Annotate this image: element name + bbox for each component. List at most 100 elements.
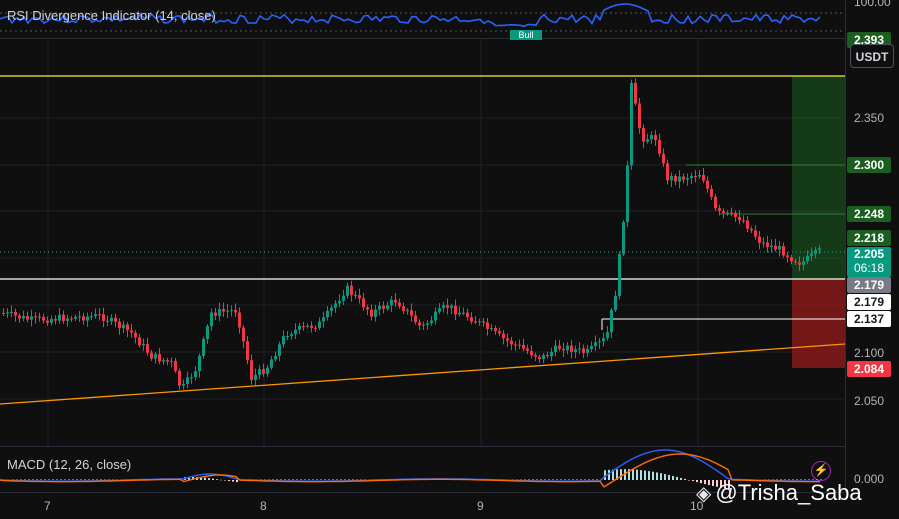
watermark: ◈ @Trisha_Saba bbox=[696, 480, 862, 506]
candle bbox=[322, 317, 325, 322]
candle bbox=[150, 352, 153, 359]
candle bbox=[418, 322, 421, 326]
candle bbox=[342, 295, 345, 301]
candle bbox=[34, 316, 37, 318]
candle bbox=[138, 337, 141, 346]
candle bbox=[614, 295, 617, 311]
candle bbox=[646, 139, 649, 142]
rsi-pane[interactable]: RSI Divergence Indicator (14, close) Bul… bbox=[0, 0, 845, 40]
price-chart-pane[interactable]: ⚡ bbox=[0, 38, 846, 481]
candle bbox=[566, 345, 569, 351]
candle bbox=[682, 176, 685, 180]
candle bbox=[486, 322, 489, 329]
macd-histogram-bar bbox=[688, 480, 690, 481]
price-tick: 2.100 bbox=[854, 346, 885, 360]
entry-price-tag: 2.179 bbox=[847, 277, 891, 293]
macd-histogram-bar bbox=[676, 476, 678, 480]
candle bbox=[354, 294, 357, 296]
candle bbox=[730, 212, 733, 214]
candle bbox=[182, 383, 185, 386]
candle bbox=[738, 216, 741, 221]
macd-histogram-bar bbox=[284, 479, 286, 480]
time-label: 7 bbox=[44, 499, 51, 513]
macd-histogram-bar bbox=[92, 479, 94, 480]
candle bbox=[814, 249, 817, 254]
candle bbox=[282, 336, 285, 345]
candle bbox=[98, 314, 101, 316]
candle bbox=[94, 314, 97, 317]
candle bbox=[622, 221, 625, 255]
candle bbox=[258, 369, 261, 375]
candle bbox=[274, 355, 277, 360]
macd-histogram-bar bbox=[24, 479, 26, 480]
candle bbox=[562, 348, 565, 351]
candle bbox=[758, 236, 761, 243]
candle bbox=[702, 174, 705, 181]
last-price-tag: 2.205 06:18 bbox=[847, 247, 891, 277]
candle bbox=[186, 377, 189, 384]
candle bbox=[578, 348, 581, 350]
candle bbox=[810, 253, 813, 256]
price-scale[interactable]: 100.00 2.393 2.350 2.300 2.248 2.218 2.2… bbox=[845, 0, 899, 492]
macd-histogram-bar bbox=[280, 479, 282, 480]
candle bbox=[542, 355, 545, 360]
candle bbox=[766, 242, 769, 248]
candle bbox=[506, 338, 509, 341]
candle bbox=[178, 370, 181, 386]
candle bbox=[26, 316, 29, 320]
macd-histogram-bar bbox=[72, 479, 74, 480]
candle bbox=[378, 305, 381, 310]
candle bbox=[806, 255, 809, 262]
candle bbox=[718, 208, 721, 211]
rsi-legend[interactable]: RSI Divergence Indicator (14, close) bbox=[7, 8, 216, 23]
candle bbox=[550, 351, 553, 357]
candle bbox=[586, 348, 589, 353]
time-label: 8 bbox=[260, 499, 267, 513]
macd-histogram-bar bbox=[96, 479, 98, 480]
macd-histogram-bar bbox=[692, 480, 694, 482]
macd-legend[interactable]: MACD (12, 26, close) bbox=[7, 457, 131, 472]
sl-price-tag: 2.084 bbox=[847, 361, 891, 377]
candle bbox=[358, 295, 361, 299]
macd-histogram-bar bbox=[88, 479, 90, 480]
macd-histogram-bar bbox=[644, 470, 646, 480]
time-label: 9 bbox=[477, 499, 484, 513]
candle bbox=[698, 174, 701, 177]
candle bbox=[462, 312, 465, 314]
macd-histogram-bar bbox=[528, 479, 530, 480]
rsi-scale-label: 100.00 bbox=[854, 0, 891, 9]
candle bbox=[74, 316, 77, 319]
candle bbox=[802, 261, 805, 265]
candle bbox=[286, 335, 289, 337]
candle bbox=[466, 312, 469, 318]
macd-histogram-bar bbox=[560, 479, 562, 480]
candle bbox=[10, 311, 13, 313]
candle bbox=[434, 311, 437, 321]
candle bbox=[318, 321, 321, 328]
candle bbox=[590, 345, 593, 349]
candle bbox=[426, 323, 429, 325]
macd-histogram-bar bbox=[532, 479, 534, 480]
candle bbox=[310, 325, 313, 328]
candle bbox=[526, 348, 529, 351]
candle bbox=[338, 300, 341, 304]
candle bbox=[782, 246, 785, 256]
candle bbox=[266, 367, 269, 374]
candle bbox=[546, 355, 549, 357]
macd-histogram-bar bbox=[80, 479, 82, 480]
macd-histogram-bar bbox=[292, 479, 294, 480]
target2-price-tag: 2.300 bbox=[847, 157, 891, 173]
candle bbox=[154, 354, 157, 359]
macd-histogram-bar bbox=[592, 479, 594, 480]
candle bbox=[294, 329, 297, 335]
currency-button[interactable]: USDT bbox=[850, 44, 894, 68]
candle bbox=[126, 324, 129, 331]
macd-histogram-bar bbox=[232, 480, 234, 482]
candle bbox=[410, 310, 413, 316]
candle bbox=[538, 356, 541, 360]
candle bbox=[246, 341, 249, 361]
macd-histogram-bar bbox=[208, 478, 210, 480]
candle bbox=[514, 344, 517, 346]
candle bbox=[386, 305, 389, 309]
macd-histogram-bar bbox=[276, 479, 278, 480]
